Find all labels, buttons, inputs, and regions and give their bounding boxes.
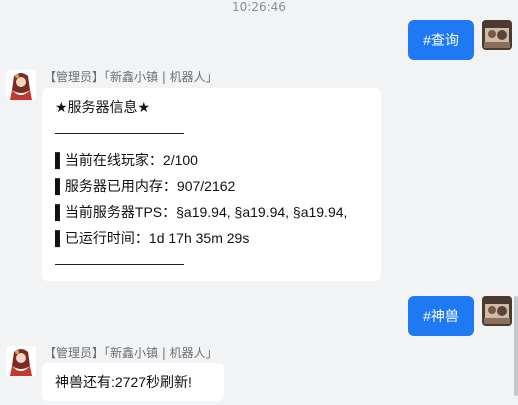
message-divider (55, 264, 184, 265)
message-line: ▌已运行时间：1d 17h 35m 29s (55, 230, 250, 246)
self-avatar[interactable] (482, 20, 512, 50)
incoming-message-bubble[interactable]: ★服务器信息★ ▌当前在线玩家：2/100 ▌服务器已用内存：907/2162 … (42, 88, 381, 281)
chat-scrollbar[interactable] (514, 296, 518, 396)
message-line: ▌当前在线玩家：2/100 (55, 152, 198, 168)
bot-avatar[interactable] (6, 346, 36, 376)
outgoing-message-bubble[interactable]: #查询 (408, 20, 474, 60)
message-divider (55, 133, 184, 134)
message-line: ▌当前服务器TPS：§a19.94, §a19.94, §a19.94, (55, 204, 348, 220)
outgoing-message-bubble[interactable]: #神兽 (408, 296, 474, 336)
bot-avatar[interactable] (6, 70, 36, 100)
outgoing-message-text: #神兽 (423, 308, 459, 324)
self-avatar[interactable] (482, 296, 512, 326)
message-line: ★服务器信息★ (55, 99, 151, 115)
chat-timestamp: 10:26:46 (232, 0, 286, 14)
message-line: ▌服务器已用内存：907/2162 (55, 178, 236, 194)
outgoing-message-text: #查询 (423, 32, 459, 48)
message-sender-name: 【管理员】「新鑫小镇 | 机器人」 (44, 346, 218, 360)
incoming-message-bubble[interactable]: 神兽还有:2727秒刷新! (42, 363, 224, 401)
message-sender-name: 【管理员】「新鑫小镇 | 机器人」 (44, 70, 218, 84)
message-line: 神兽还有:2727秒刷新! (55, 374, 192, 390)
